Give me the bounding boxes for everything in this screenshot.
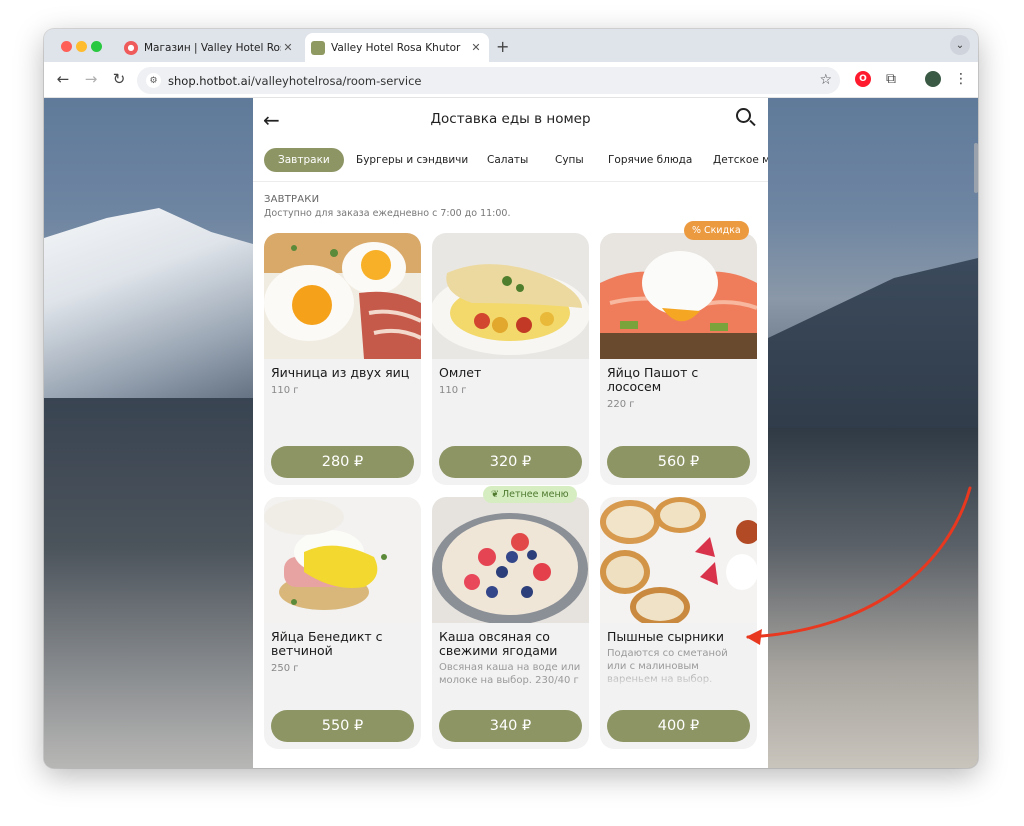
sprout-icon: ❦ [491,489,502,500]
price-button[interactable]: 320 ₽ [439,446,582,478]
category-tab-burgers[interactable]: Бургеры и сэндвичи [356,148,468,172]
omelette-image [432,233,589,359]
search-icon[interactable] [736,108,756,128]
poached-egg-salmon-image [600,233,757,359]
category-tab-kids[interactable]: Детское м [713,148,768,172]
syrniki-image [600,497,757,623]
section-subtitle: Доступно для заказа ежедневно с 7:00 до … [264,208,511,219]
sale-badge-label: Скидка [704,225,741,236]
app-header: ← Доставка еды в номер [253,98,768,142]
close-tab-icon[interactable]: ✕ [281,41,295,54]
product-weight: 110 г [439,385,467,396]
category-tabs: Завтраки Бургеры и сэндвичи Салаты Супы … [253,148,768,176]
address-bar[interactable]: ⚙ shop.hotbot.ai/valleyhotelrosa/room-se… [137,67,840,94]
price-button[interactable]: 400 ₽ [607,710,750,742]
price-button[interactable]: 280 ₽ [271,446,414,478]
background-mountain-image [44,208,253,408]
divider [253,181,768,182]
close-tab-icon[interactable]: ✕ [469,41,483,54]
background-forest-image [768,428,978,768]
arrow-right-icon[interactable]: → [81,70,101,88]
oatmeal-berries-image [432,497,589,623]
background-forest-image [44,398,253,768]
browser-tab-shop[interactable]: ● Магазин | Valley Hotel Rosa K ✕ [118,33,301,62]
price-button[interactable]: 560 ₽ [607,446,750,478]
page-viewport: ← Доставка еды в номер Завтраки Бургеры … [44,98,978,768]
price-button[interactable]: 340 ₽ [439,710,582,742]
browser-tab-hotel[interactable]: Valley Hotel Rosa Khutor ✕ [305,33,489,62]
product-name: Яйцо Пашот с лососем [607,365,699,394]
new-tab-icon[interactable]: + [496,37,509,56]
product-card[interactable]: Каша овсяная со свежими ягодами Овсяная … [432,497,589,749]
product-name: Омлет [439,365,482,380]
product-card[interactable]: Омлет 110 г 320 ₽ [432,233,589,485]
category-tab-salads[interactable]: Салаты [487,148,528,172]
avatar[interactable] [925,71,941,87]
product-card[interactable]: Яйца Бенедикт с ветчиной 250 г 550 ₽ [264,497,421,749]
percent-icon: % [692,225,705,236]
fried-eggs-image [264,233,421,359]
product-card[interactable]: Пышные сырники Подаются со сметаной или … [600,497,757,749]
eggs-benedict-image [264,497,421,623]
puzzle-icon[interactable]: ⧉ [883,71,899,87]
maximize-window-button[interactable] [91,41,102,52]
minimize-window-button[interactable] [76,41,87,52]
site-settings-icon[interactable]: ⚙ [146,73,161,88]
page-scrollbar[interactable] [974,143,978,193]
product-weight: 220 г [607,399,635,410]
browser-toolbar: ← → ↻ ⚙ shop.hotbot.ai/valleyhotelrosa/r… [44,62,978,98]
section-title: ЗАВТРАКИ [264,194,320,205]
star-icon[interactable]: ☆ [819,72,832,88]
product-name: Пышные сырники [607,629,725,644]
summer-badge-label: Летнее меню [501,489,569,500]
category-tab-soups[interactable]: Супы [555,148,584,172]
shop-favicon-icon: ● [124,40,138,55]
browser-window: ● Магазин | Valley Hotel Rosa K ✕ Valley… [44,29,978,768]
room-service-app: ← Доставка еды в номер Завтраки Бургеры … [253,98,768,768]
product-weight: 250 г [271,663,299,674]
opera-extension-icon[interactable]: O [855,71,871,87]
product-card[interactable]: Яйцо Пашот с лососем 220 г 560 ₽ [600,233,757,485]
close-window-button[interactable] [61,41,72,52]
page-title: Доставка еды в номер [430,111,591,127]
category-tab-hot-dishes[interactable]: Горячие блюда [608,148,692,172]
sale-badge: % Скидка [684,221,749,240]
category-tab-breakfast[interactable]: Завтраки [264,148,344,172]
url-text[interactable]: shop.hotbot.ai/valleyhotelrosa/room-serv… [168,74,421,88]
tab-title: Магазин | Valley Hotel Rosa K [144,41,281,54]
url-path: /valleyhotelrosa/room-service [250,74,422,88]
tab-title: Valley Hotel Rosa Khutor [331,41,461,54]
hotel-favicon-icon [311,40,325,55]
reload-icon[interactable]: ↻ [109,70,129,88]
product-name: Яичница из двух яиц [271,365,410,380]
price-button[interactable]: 550 ₽ [271,710,414,742]
product-name: Каша овсяная со свежими ягодами [439,629,558,658]
tab-bar: ● Магазин | Valley Hotel Rosa K ✕ Valley… [44,29,978,62]
url-domain: shop.hotbot.ai [168,74,251,88]
product-name: Яйца Бенедикт с ветчиной [271,629,383,658]
product-description: Овсяная каша на воде или молоке на выбор… [439,662,581,686]
summer-menu-badge: ❦ Летнее меню [483,486,577,503]
chevron-down-icon[interactable]: ⌄ [950,35,970,55]
product-weight: 110 г [271,385,299,396]
arrow-left-icon[interactable]: ← [53,70,73,88]
description-fade [600,671,757,689]
product-card[interactable]: Яичница из двух яиц 110 г 280 ₽ [264,233,421,485]
kebab-menu-icon[interactable]: ⋮ [953,71,969,87]
description-fade [432,685,589,703]
